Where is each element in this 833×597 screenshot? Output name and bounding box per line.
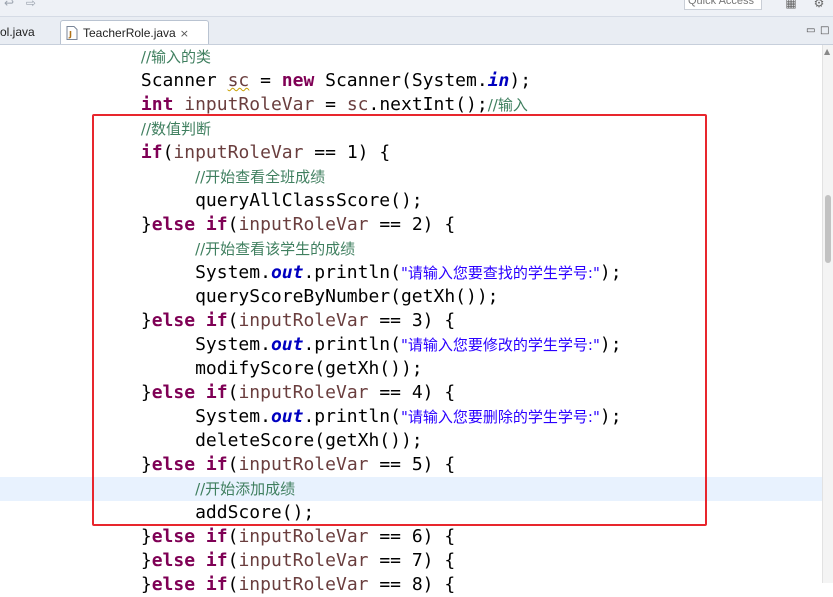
code-line: System.out.println("请输入您要修改的学生学号:");	[0, 334, 622, 355]
code-line: }else if(inputRoleVar == 5) {	[0, 454, 456, 475]
tab-ol-java[interactable]: ol.java	[0, 20, 35, 44]
code-line: addScore();	[0, 502, 315, 523]
code-line: System.out.println("请输入您要查找的学生学号:");	[0, 262, 622, 283]
tab-teacherrole-java[interactable]: J TeacherRole.java ×	[60, 20, 209, 44]
code-line: }else if(inputRoleVar == 3) {	[0, 310, 456, 331]
close-icon[interactable]: ×	[180, 22, 189, 46]
maximize-icon[interactable]: □	[820, 25, 829, 36]
code-line: //开始查看该学生的成绩	[195, 240, 356, 258]
code-line: //数值判断	[140, 120, 211, 138]
quick-access-field[interactable]: Quick Access	[684, 0, 762, 10]
code-line: queryScoreByNumber(getXh());	[0, 286, 499, 307]
toolbar: ↩ ⇨ Quick Access ▦ ⚙	[0, 0, 833, 17]
code-line: System.out.println("请输入您要删除的学生学号:");	[0, 406, 622, 427]
code-line: Scanner sc = new Scanner(System.in);	[0, 70, 532, 91]
code-editor[interactable]: //输入的类 Scanner sc = new Scanner(System.i…	[0, 45, 822, 595]
code-line: //输入的类	[140, 48, 211, 66]
svg-text:J: J	[68, 30, 72, 39]
code-line: }else if(inputRoleVar == 7) {	[0, 550, 456, 571]
code-line: }else if(inputRoleVar == 8) {	[0, 574, 456, 595]
back-forward-icons[interactable]: ↩ ⇨	[4, 0, 40, 10]
code-line: if(inputRoleVar == 1) {	[140, 142, 391, 163]
code-line: int inputRoleVar = sc.nextInt();//输入	[140, 94, 528, 115]
code-line: }else if(inputRoleVar == 2) {	[0, 214, 456, 235]
scrollbar-thumb[interactable]	[825, 195, 831, 263]
vertical-scrollbar[interactable]: ▲	[822, 45, 833, 583]
tab-label: TeacherRole.java	[83, 26, 176, 40]
minimize-icon[interactable]: ▭	[806, 25, 815, 36]
java-perspective-icon[interactable]: ⚙	[812, 0, 826, 10]
code-line: }else if(inputRoleVar == 6) {	[0, 526, 456, 547]
java-file-icon: J	[66, 25, 78, 40]
perspective-icon[interactable]: ▦	[784, 0, 798, 10]
current-code-line: //开始添加成绩	[0, 477, 822, 501]
code-line: }else if(inputRoleVar == 4) {	[0, 382, 456, 403]
code-line: deleteScore(getXh());	[0, 430, 423, 451]
scroll-up-icon[interactable]: ▲	[824, 47, 830, 56]
code-line: queryAllClassScore();	[0, 190, 423, 211]
code-line: modifyScore(getXh());	[0, 358, 423, 379]
editor-tab-bar: ol.java J TeacherRole.java ×	[0, 17, 833, 45]
tab-label: ol.java	[0, 25, 35, 39]
code-line: //开始查看全班成绩	[195, 168, 326, 186]
